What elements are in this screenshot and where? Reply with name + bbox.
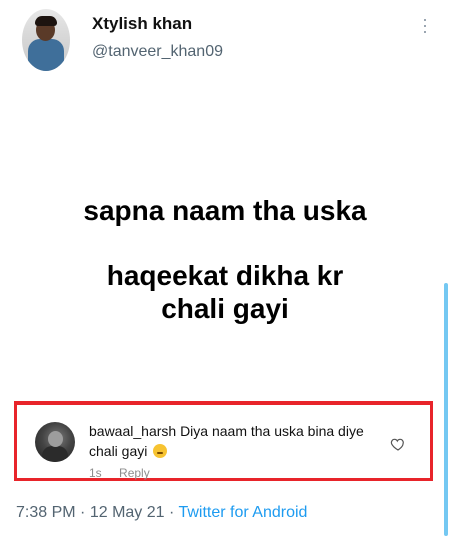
grimacing-face-emoji-icon [153,444,168,458]
tweet-text-line-1: sapna naam tha uska [83,195,367,226]
reply-username: bawaal_harsh [89,423,177,439]
author-display-name[interactable]: Xtylish khan [92,14,192,34]
tweet-date[interactable]: 12 May 21 [90,504,165,521]
embedded-reply-card: bawaal_harsh Diya naam tha uska bina diy… [14,401,433,481]
tweet-text-line-2: haqeekat dikha kr [106,260,344,291]
reply-time: 1s [89,466,102,480]
scrollbar[interactable] [444,283,448,536]
reply-content: bawaal_harsh Diya naam tha uska bina diy… [89,421,389,461]
tweet-timestamp: 7:38 PM · 12 May 21 · Twitter for Androi… [16,504,307,522]
author-handle[interactable]: @tanveer_khan09 [92,43,223,61]
reply-link: Reply [119,466,150,480]
tweet-header: Xtylish khan @tanveer_khan09 · · · [0,0,450,80]
author-avatar[interactable] [22,9,70,71]
tweet-text-line-3: chali gayi [161,293,289,324]
heart-outline-icon [390,438,404,451]
tweet-source-link[interactable]: Twitter for Android [178,504,307,521]
tweet-time[interactable]: 7:38 PM [16,504,76,521]
more-vertical-icon[interactable]: · · · [420,10,430,40]
reply-meta: 1s Reply [89,466,150,480]
separator: · [169,504,175,521]
reply-avatar [35,422,75,462]
separator: · [80,504,86,521]
